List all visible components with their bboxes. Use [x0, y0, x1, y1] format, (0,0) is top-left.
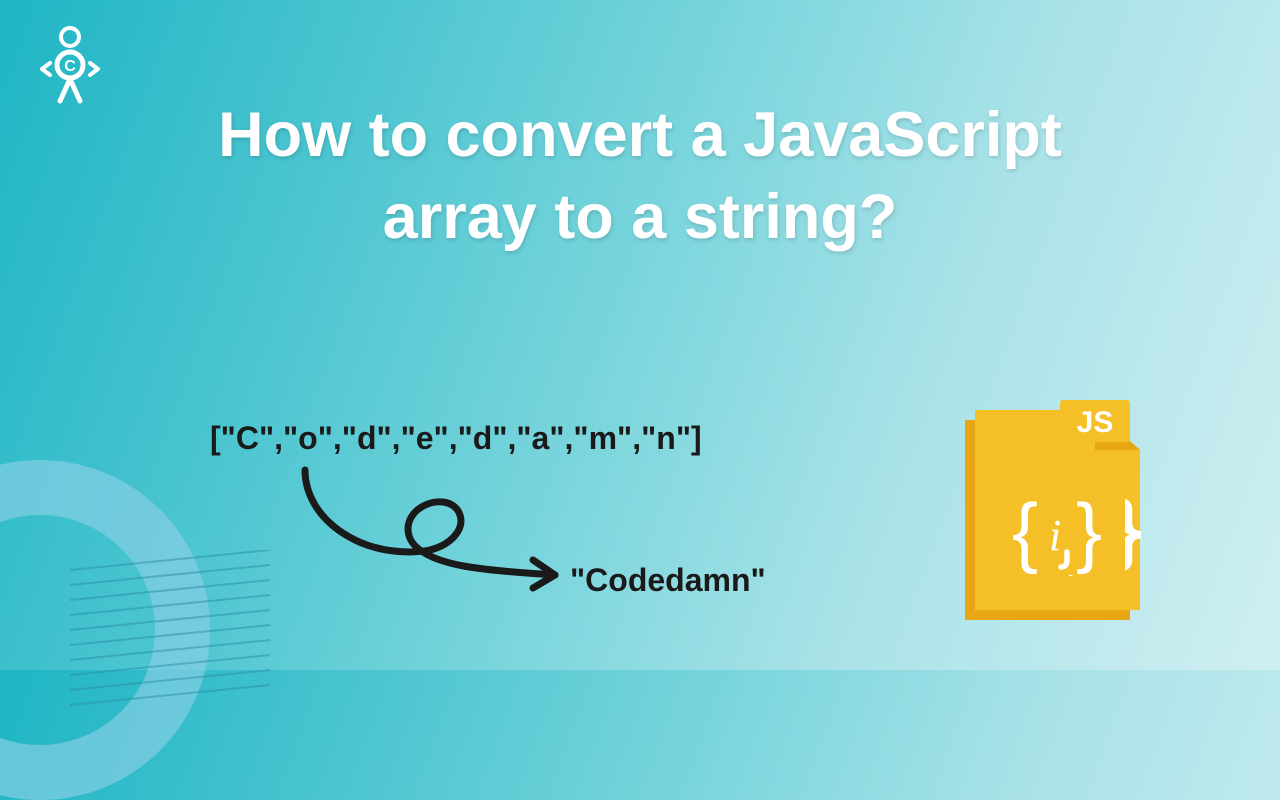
lines-decoration: [70, 550, 270, 710]
svg-text:}: }: [1076, 487, 1102, 575]
curly-arrow-icon: [275, 460, 615, 600]
javascript-file-icon: JS { } i { { i } { } i , { i } , , { } i: [950, 400, 1145, 635]
result-string-text: "Codedamn": [570, 562, 766, 599]
svg-text:JS: JS: [1077, 406, 1114, 439]
svg-text:{: {: [1012, 487, 1038, 575]
svg-text:i: i: [1049, 511, 1061, 560]
page-title: How to convert a JavaScript array to a s…: [140, 95, 1140, 259]
codedamn-logo-icon: C: [40, 25, 100, 105]
array-literal-text: ["C","o","d","e","d","a","m","n"]: [210, 420, 702, 457]
svg-text:C: C: [64, 58, 76, 75]
